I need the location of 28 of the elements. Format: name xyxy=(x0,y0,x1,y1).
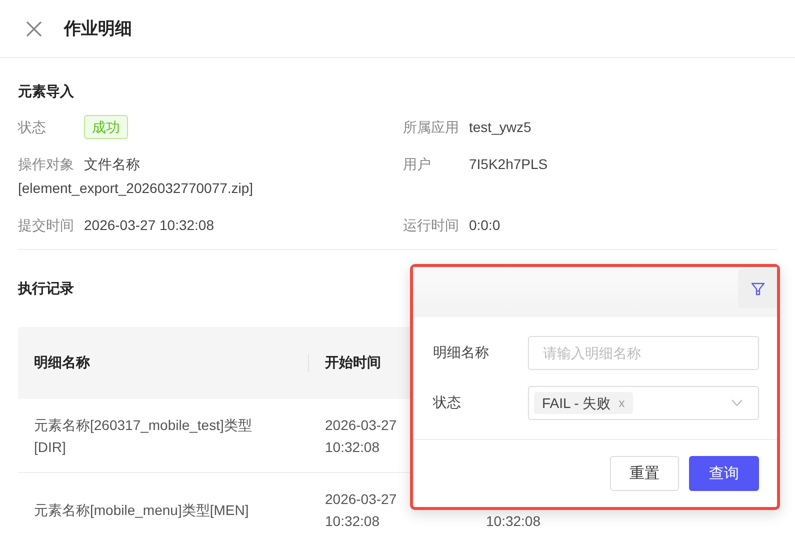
info-text: 提交时间 2026-03-27 10:32:08 xyxy=(18,217,214,233)
close-icon[interactable] xyxy=(26,20,42,36)
info-text: 所属应用 test_ywz5 xyxy=(403,119,532,135)
info-text: 操作对象 文件名称 [element_export_2026032770077.zip] xyxy=(18,156,254,196)
table-cell: 元素名称[260317_mobile_test]类型[DIR] xyxy=(34,416,252,454)
field-label: 状态 xyxy=(18,118,47,137)
search-button[interactable]: 查询 xyxy=(689,456,759,491)
filter-button[interactable] xyxy=(738,269,777,308)
status-tag: 成功 xyxy=(84,115,128,139)
info-text: 运行时间 0:0:0 xyxy=(403,217,500,233)
window-title: 作业明细 xyxy=(64,18,132,40)
column-header: 明细名称 xyxy=(34,354,90,370)
info-text: 用户 7I5K2h7PLS xyxy=(403,156,548,172)
field-label: 状态 xyxy=(433,394,462,412)
section-title: 执行记录 xyxy=(18,279,74,298)
name-input[interactable]: 请输入明细名称 xyxy=(528,336,759,370)
table-cell: 10:32:08 xyxy=(486,512,540,528)
selected-chip[interactable]: FAIL - 失败 x xyxy=(534,392,633,414)
reset-button[interactable]: 重置 xyxy=(610,456,679,491)
table-cell: 元素名称[mobile_menu]类型[MEN] xyxy=(34,502,249,518)
table-cell: 2026-03-27 10:32:08 xyxy=(325,490,397,528)
section-title: 元素导入 xyxy=(18,82,74,101)
filter-icon xyxy=(750,282,764,296)
column-header: 开始时间 xyxy=(325,354,381,370)
field-label: 明细名称 xyxy=(433,344,490,362)
table-cell: 2026-03-27 10:32:08 xyxy=(325,416,397,454)
status-select[interactable]: FAIL - 失败 x xyxy=(528,386,759,420)
caret-icon xyxy=(731,399,743,407)
